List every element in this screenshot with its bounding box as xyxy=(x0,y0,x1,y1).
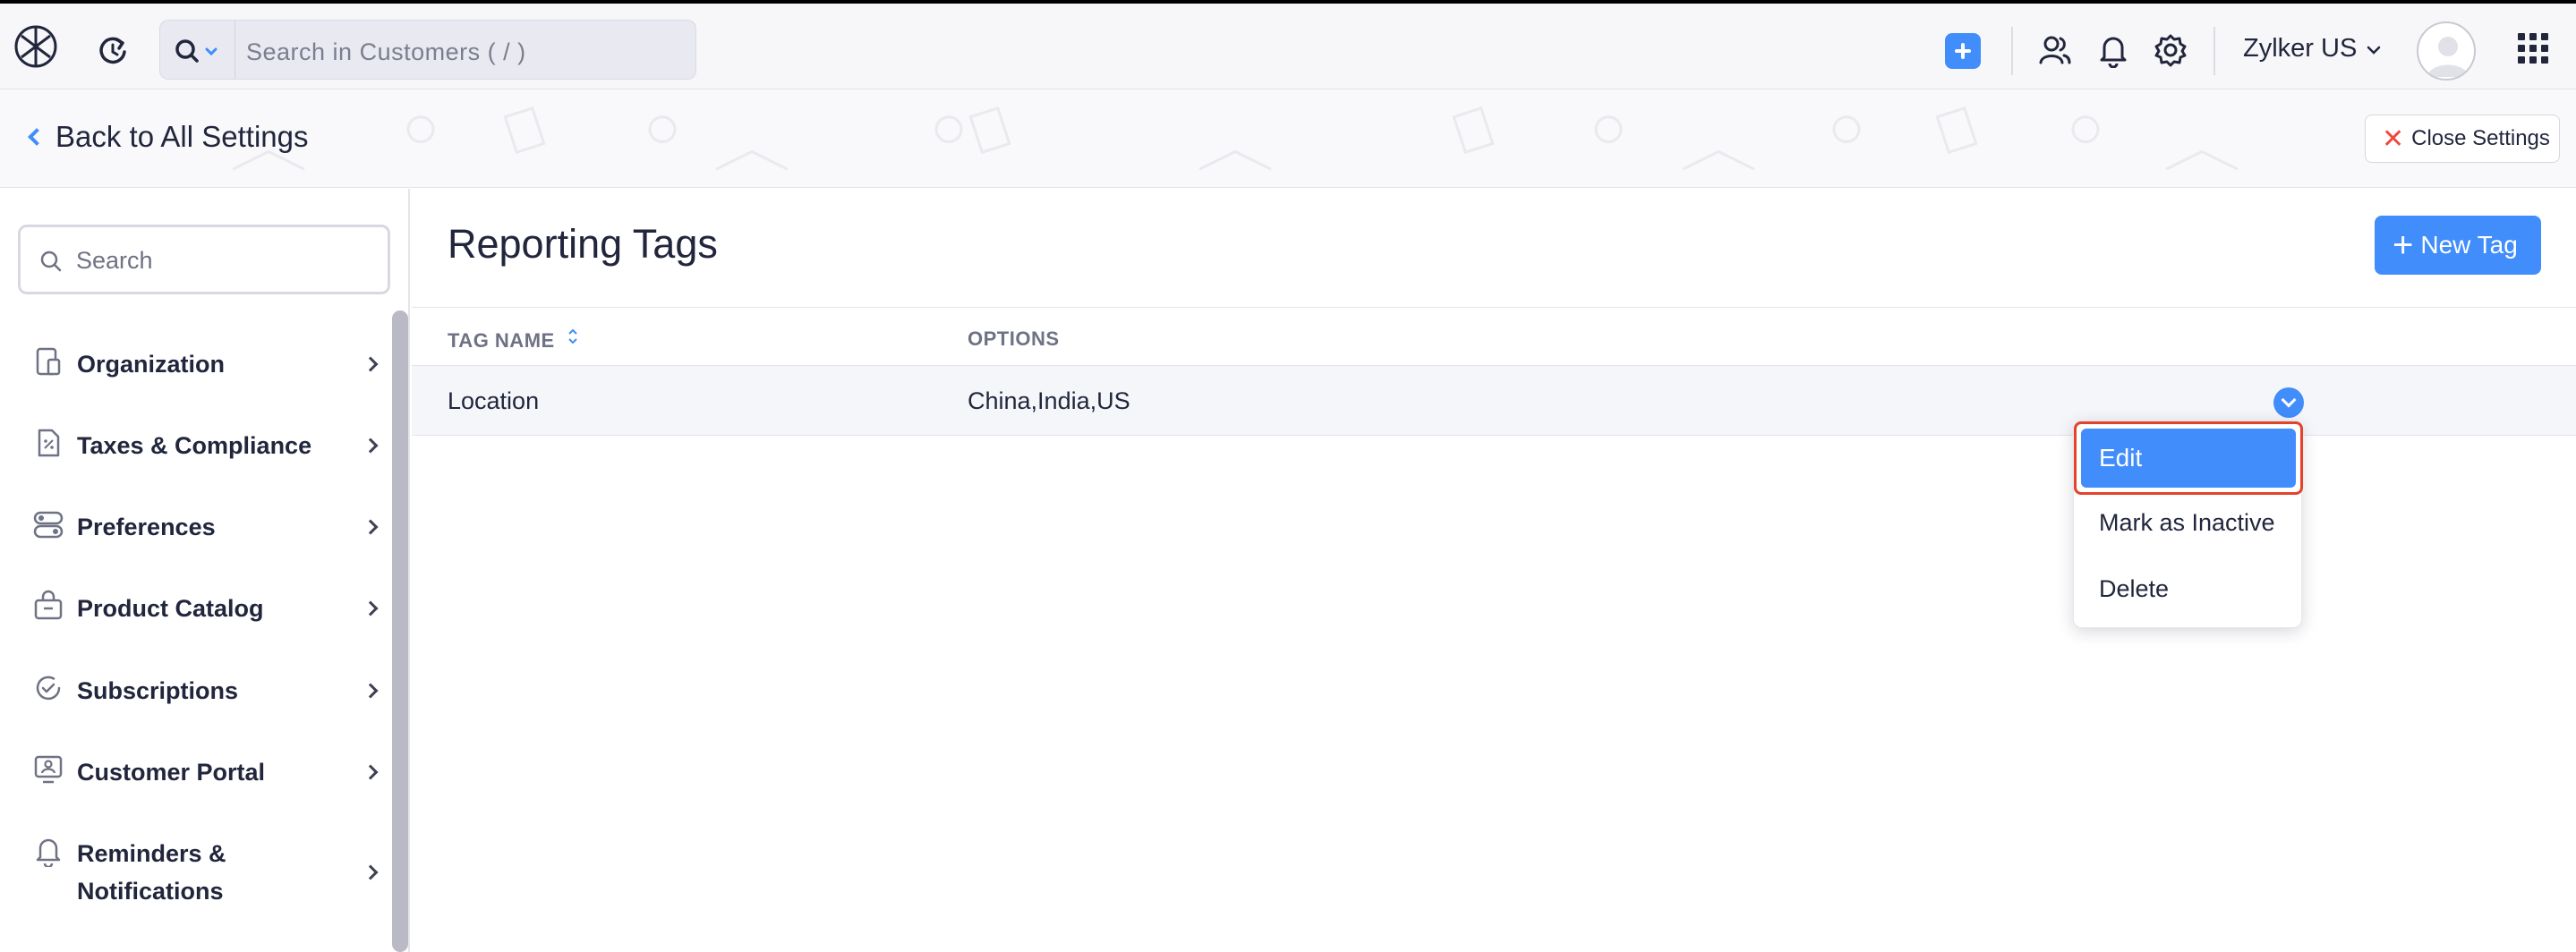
sidebar-item-subscriptions[interactable]: Subscriptions xyxy=(32,672,381,710)
top-navigation-bar: Search in Customers ( / ) Zylker US xyxy=(0,0,2576,89)
sidebar-item-label-line2: Notifications xyxy=(77,878,224,905)
row-actions-menu: Edit Mark as Inactive Delete xyxy=(2073,421,2303,628)
sort-icon xyxy=(568,328,578,344)
organization-icon xyxy=(36,347,61,376)
basket-icon xyxy=(34,590,63,620)
table-header: TAG NAME OPTIONS xyxy=(412,307,2576,366)
divider xyxy=(2011,27,2013,75)
sidebar-item-label: Customer Portal xyxy=(77,759,266,786)
decorative-pattern xyxy=(232,106,2239,171)
search-icon xyxy=(40,251,62,272)
sidebar-item-label: Reminders & Notifications xyxy=(77,835,226,910)
page-title: Reporting Tags xyxy=(448,221,718,267)
sidebar-item-label: Organization xyxy=(77,351,226,378)
sidebar-item-customer-portal[interactable]: Customer Portal xyxy=(32,753,381,791)
toggles-icon xyxy=(33,511,64,539)
close-settings-label: Close Settings xyxy=(2411,126,2550,150)
chevron-right-icon xyxy=(363,600,379,616)
user-avatar-icon[interactable] xyxy=(2417,21,2476,81)
back-link-label: Back to All Settings xyxy=(55,120,309,153)
options-cell: China,India,US xyxy=(968,387,1130,414)
search-input[interactable]: Search in Customers ( / ) xyxy=(246,38,526,66)
search-scope-selector[interactable] xyxy=(160,21,235,79)
sidebar-search-input[interactable]: Search xyxy=(18,225,390,294)
chevron-left-icon xyxy=(28,128,46,146)
bell-icon xyxy=(36,838,61,867)
apps-grid-icon[interactable] xyxy=(2518,33,2548,64)
sidebar-item-preferences[interactable]: Preferences xyxy=(32,508,381,546)
sidebar-item-label: Taxes & Compliance xyxy=(77,432,312,459)
tax-document-icon xyxy=(38,429,60,457)
settings-sidebar: Search Organization Taxes & Compliance P… xyxy=(0,189,410,952)
gear-icon[interactable] xyxy=(2153,32,2188,68)
chevron-right-icon xyxy=(363,519,379,535)
portal-screen-icon xyxy=(34,755,63,784)
column-header-options: OPTIONS xyxy=(968,327,1060,350)
back-to-all-settings-link[interactable]: Back to All Settings xyxy=(27,120,308,154)
new-tag-button[interactable]: + New Tag xyxy=(2375,216,2541,275)
menu-item-mark-inactive[interactable]: Mark as Inactive xyxy=(2099,509,2275,537)
row-actions-chevron-icon[interactable] xyxy=(2273,387,2304,418)
chevron-down-icon xyxy=(2367,46,2381,55)
chevron-right-icon xyxy=(363,438,379,454)
sidebar-item-label: Product Catalog xyxy=(77,595,264,622)
global-search-box[interactable]: Search in Customers ( / ) xyxy=(159,20,696,80)
sidebar-item-organization[interactable]: Organization xyxy=(32,345,381,383)
close-icon: ✕ xyxy=(2382,123,2405,154)
plus-icon: + xyxy=(2393,225,2414,265)
column-header-tag-name[interactable]: TAG NAME xyxy=(448,327,578,353)
sidebar-search-placeholder: Search xyxy=(76,247,153,274)
app-logo-icon[interactable] xyxy=(13,23,59,70)
close-settings-button[interactable]: ✕ Close Settings xyxy=(2365,115,2560,163)
quick-create-plus-icon[interactable] xyxy=(1945,33,1981,69)
chevron-right-icon xyxy=(363,356,379,372)
tag-name-cell: Location xyxy=(448,387,540,414)
contacts-icon[interactable] xyxy=(2037,32,2073,68)
sidebar-item-taxes-compliance[interactable]: Taxes & Compliance xyxy=(32,427,381,464)
menu-item-edit[interactable]: Edit xyxy=(2081,429,2296,488)
sidebar-item-label: Subscriptions xyxy=(77,677,239,704)
bell-icon[interactable] xyxy=(2095,32,2131,68)
sidebar-scrollbar[interactable] xyxy=(392,310,408,952)
divider xyxy=(2213,27,2215,75)
chevron-right-icon xyxy=(363,764,379,780)
new-tag-label: New Tag xyxy=(2420,231,2518,259)
organization-name: Zylker US xyxy=(2243,34,2358,63)
sidebar-item-reminders-notifications[interactable]: Reminders & Notifications xyxy=(32,835,381,910)
subscription-cycle-icon xyxy=(36,676,61,701)
search-icon xyxy=(175,39,218,63)
sidebar-item-label: Preferences xyxy=(77,514,216,540)
menu-item-delete[interactable]: Delete xyxy=(2099,575,2169,603)
chevron-right-icon xyxy=(363,683,379,699)
sidebar-item-label-line1: Reminders & xyxy=(77,840,226,867)
organization-switcher[interactable]: Zylker US xyxy=(2243,34,2382,64)
chevron-right-icon xyxy=(363,864,379,880)
recent-activity-icon[interactable] xyxy=(95,32,131,68)
sidebar-item-product-catalog[interactable]: Product Catalog xyxy=(32,590,381,627)
settings-header: Back to All Settings ✕ Close Settings xyxy=(0,89,2576,188)
